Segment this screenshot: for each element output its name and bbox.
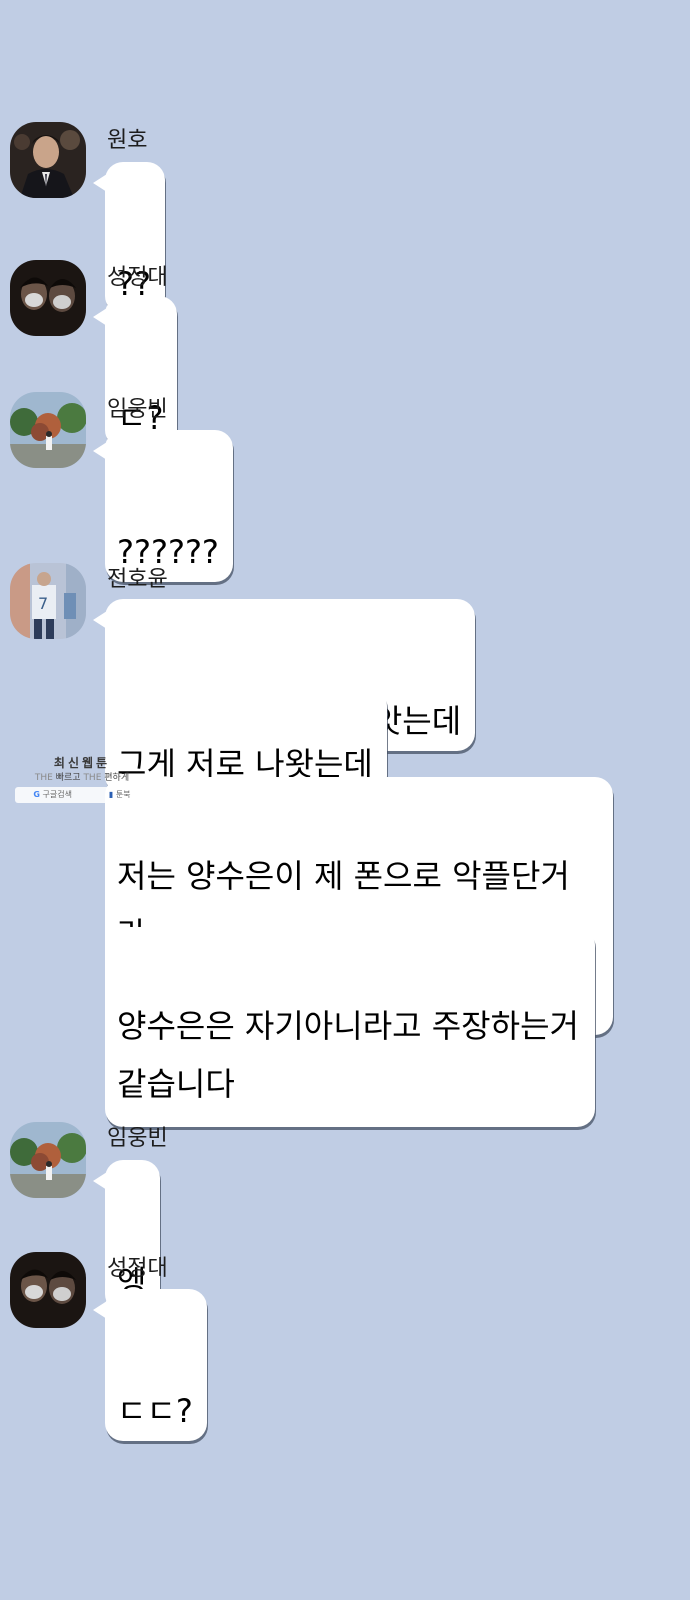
google-g-icon: G <box>33 790 40 799</box>
profile-photo-trees-icon <box>10 1122 86 1198</box>
bubble-tail <box>93 174 107 192</box>
avatar[interactable] <box>10 1122 86 1198</box>
sender-name: 임웅빈 <box>107 397 168 422</box>
message-text: ㄷㄷ? <box>117 1392 193 1430</box>
avatar[interactable] <box>10 122 86 198</box>
avatar[interactable]: 7 <box>10 563 86 639</box>
profile-photo-suit-icon <box>10 122 86 198</box>
watermark-search-bar: G 구글검색 ▮ 툰북 <box>15 787 149 803</box>
bookmark-icon: ▮ <box>108 790 114 799</box>
avatar[interactable] <box>10 1252 86 1328</box>
bubble-tail <box>93 1301 107 1319</box>
message-text: 양수은은 자기아니라고 주장하는거 같습니다 <box>117 1007 579 1103</box>
profile-photo-masked-couple-icon <box>10 260 86 336</box>
message-bubble[interactable]: ㄷㄷ? <box>93 1289 207 1441</box>
avatar[interactable] <box>10 260 86 336</box>
profile-photo-trees-icon <box>10 392 86 468</box>
sender-name: 성정대 <box>107 1256 168 1281</box>
toonbook-label: 툰북 <box>115 790 131 799</box>
message-bubble[interactable]: 양수은은 자기아니라고 주장하는거 같습니다 <box>105 927 595 1127</box>
avatar[interactable] <box>10 392 86 468</box>
svg-text:7: 7 <box>38 594 48 613</box>
message-bubble[interactable]: ?????? <box>93 430 233 582</box>
bubble-tail <box>93 1172 107 1190</box>
watermark-title: 최신웹툰 <box>53 756 111 770</box>
sender-name: 성정대 <box>107 265 168 290</box>
watermark-tagline: THE 빠르고 THE 편하게 <box>34 773 130 783</box>
bubble-tail <box>93 308 107 326</box>
sender-name: 전호윤 <box>107 567 168 592</box>
bubble-tail <box>93 442 107 460</box>
bubble-tail <box>93 611 107 629</box>
sender-name: 임웅빈 <box>107 1126 168 1151</box>
sender-name: 원호 <box>107 128 148 153</box>
google-search-label: 구글검색 <box>42 790 72 799</box>
profile-photo-masked-couple-icon <box>10 1252 86 1328</box>
profile-photo-soccer-icon: 7 <box>10 563 86 639</box>
watermark: 최신웹툰 THE 빠르고 THE 편하게 G 구글검색 ▮ 툰북 <box>14 755 150 809</box>
message-bubble[interactable]: ㄷ? <box>93 296 178 448</box>
